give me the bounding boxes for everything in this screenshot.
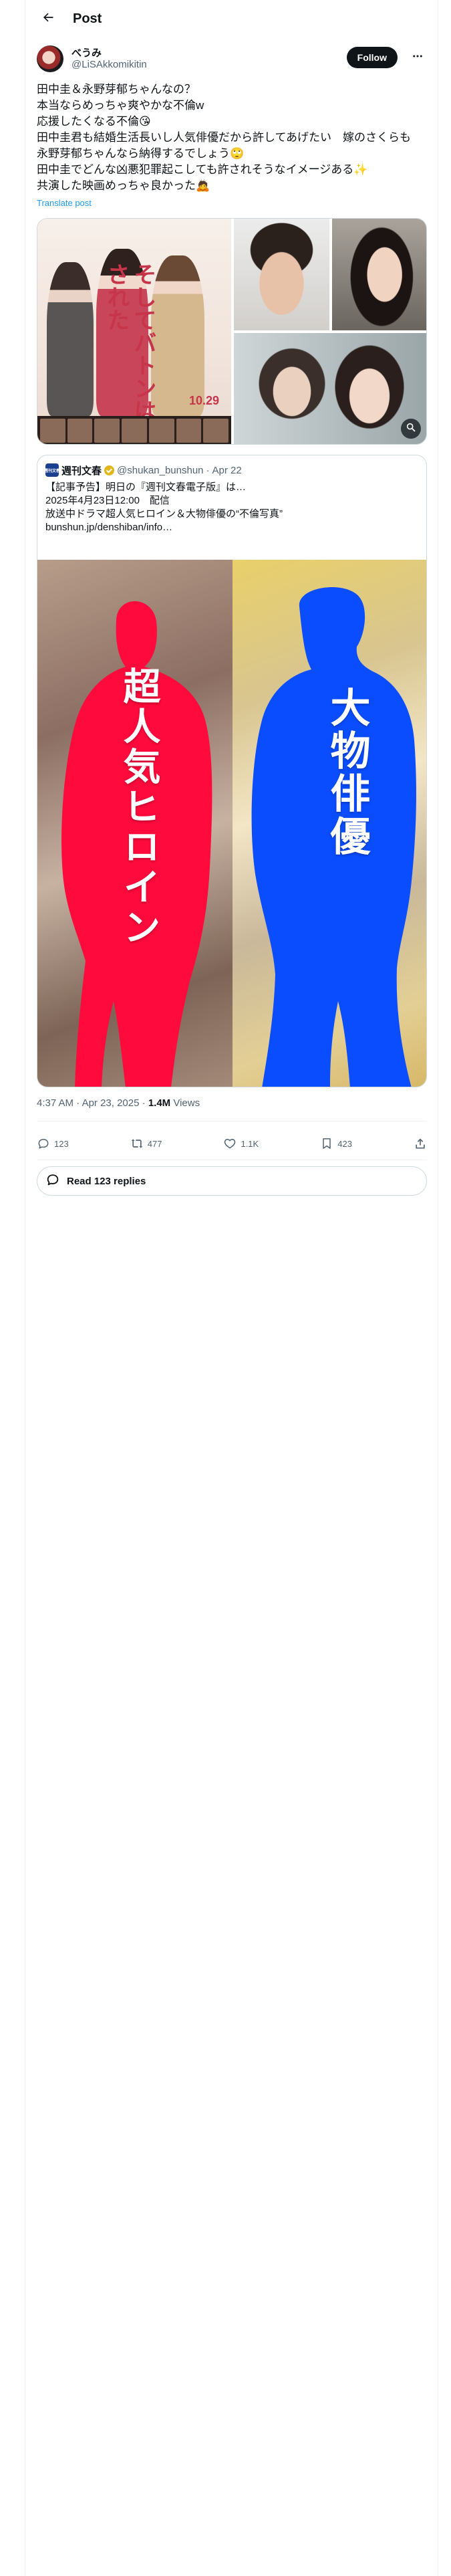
quoted-avatar[interactable]: 週刊文春	[44, 463, 60, 477]
back-button[interactable]	[37, 8, 59, 31]
repost-icon	[130, 1137, 144, 1150]
post-time[interactable]: 4:37 AM	[37, 1097, 73, 1109]
post-text: 田中圭＆永野芽郁ちゃんなの？ 本当ならめっちゃ爽やかな不倫w 応援したくなる不倫…	[37, 82, 427, 194]
quoted-author-handle[interactable]: @shukan_bunshun	[117, 465, 204, 476]
repost-count: 477	[147, 1138, 162, 1149]
repost-button[interactable]: 477	[130, 1137, 162, 1150]
post-line: 田中圭君も結婚生活長いし人気俳優だから許してあげたい 嫁のさくらも	[37, 131, 411, 144]
more-options-button[interactable]	[410, 49, 426, 66]
main-column: Post べうみ @LiSAkkomikitin Follow 田中圭＆永野芽郁…	[26, 0, 438, 2576]
arrow-left-icon	[41, 11, 55, 27]
bookmark-count: 423	[337, 1138, 352, 1149]
post-line: 田中圭＆永野芽郁ちゃんなの？	[37, 83, 196, 96]
like-button[interactable]: 1.1K	[223, 1137, 259, 1150]
author-row: べうみ @LiSAkkomikitin Follow	[37, 44, 427, 74]
heart-icon	[223, 1137, 237, 1150]
quoted-author-name[interactable]: 週刊文春	[61, 463, 102, 477]
poster-date: 10.29	[188, 394, 219, 407]
right-gutter	[438, 0, 451, 2576]
follow-button[interactable]: Follow	[346, 47, 398, 68]
quoted-line: bunshun.jp/denshiban/info…	[45, 522, 173, 533]
quoted-line: 2025年4月23日12:00 配信	[45, 495, 170, 506]
share-icon	[414, 1137, 427, 1150]
post-date[interactable]: Apr 23, 2025	[82, 1097, 140, 1109]
zoom-button[interactable]	[401, 419, 421, 439]
quoted-line: 【記事予告】明日の『週刊文春電子版』は…	[45, 481, 247, 493]
post-timestamp: 4:37 AM · Apr 23, 2025 · 1.4M Views	[37, 1097, 200, 1109]
views-label: Views	[173, 1097, 200, 1109]
photo-woman[interactable]	[332, 219, 426, 330]
quoted-date[interactable]: Apr 22	[212, 465, 242, 476]
views-count[interactable]: 1.4M	[148, 1097, 170, 1109]
left-gutter	[0, 0, 25, 2576]
quoted-image-right: 大物俳優	[233, 560, 426, 1087]
post-line: 応援したくなる不倫😘	[37, 115, 151, 128]
read-replies-button[interactable]: Read 123 replies	[37, 1166, 427, 1196]
reply-count: 123	[54, 1138, 69, 1149]
translate-post-link[interactable]: Translate post	[37, 198, 92, 208]
poster-figure	[151, 255, 204, 416]
top-bar: Post	[26, 0, 438, 38]
post-line: 本当ならめっちゃ爽やかな不倫w	[37, 99, 204, 112]
post-line: 田中圭でどんな凶悪犯罪起こしても許されそうなイメージある✨	[37, 163, 368, 176]
reply-icon	[37, 1137, 50, 1150]
quoted-line: 放送中ドラマ超人気ヒロイン＆大物俳優の“不倫写真”	[45, 508, 283, 520]
quoted-image-left: 超人気ヒロイン	[37, 560, 233, 1087]
media-right-column	[234, 219, 426, 444]
read-replies-label: Read 123 replies	[67, 1175, 146, 1187]
speech-bubble-icon	[45, 1172, 60, 1190]
media-grid: そしてバトンは渡された 10.29	[37, 218, 427, 445]
page-title: Post	[73, 11, 102, 26]
verified-badge-icon	[104, 465, 115, 475]
poster-cast-strip	[37, 416, 231, 444]
image-label-left: 超人気ヒロイン	[118, 667, 160, 948]
author-name[interactable]: べうみ	[71, 45, 102, 60]
like-count: 1.1K	[241, 1138, 259, 1149]
movie-poster-image[interactable]: そしてバトンは渡された 10.29	[37, 219, 231, 444]
poster-figure	[47, 262, 94, 416]
avatar[interactable]	[37, 45, 63, 72]
views-separator: ·	[142, 1097, 146, 1109]
image-label-right: 大物俳優	[325, 687, 369, 858]
magnifier-icon	[406, 422, 416, 436]
quoted-separator: ·	[206, 464, 210, 476]
quoted-post-text: 【記事予告】明日の『週刊文春電子版』は… 2025年4月23日12:00 配信 …	[45, 481, 420, 534]
post-line: 共演した映画めっちゃ良かった🙇	[37, 179, 210, 192]
bookmark-icon	[320, 1137, 333, 1150]
media-right-top	[234, 219, 426, 330]
share-button[interactable]	[414, 1137, 427, 1150]
author-handle[interactable]: @LiSAkkomikitin	[71, 59, 147, 70]
quoted-image[interactable]: 超人気ヒロイン 大物俳優	[37, 560, 426, 1087]
more-dots-icon	[412, 50, 424, 66]
photo-couple[interactable]	[234, 333, 426, 444]
reply-button[interactable]: 123	[37, 1137, 69, 1150]
quoted-post-card[interactable]: 週刊文春 週刊文春 @shukan_bunshun · Apr 22 【記事予告…	[37, 455, 427, 1087]
action-bar: 123 477 1.1K 423	[37, 1130, 427, 1157]
post-line: 永野芽郁ちゃんなら納得するでしょう🙄	[37, 147, 245, 160]
photo-man[interactable]	[234, 219, 329, 330]
quoted-post-header: 週刊文春 週刊文春 @shukan_bunshun · Apr 22	[44, 463, 242, 477]
time-separator: ·	[76, 1097, 80, 1109]
bookmark-button[interactable]: 423	[320, 1137, 352, 1150]
